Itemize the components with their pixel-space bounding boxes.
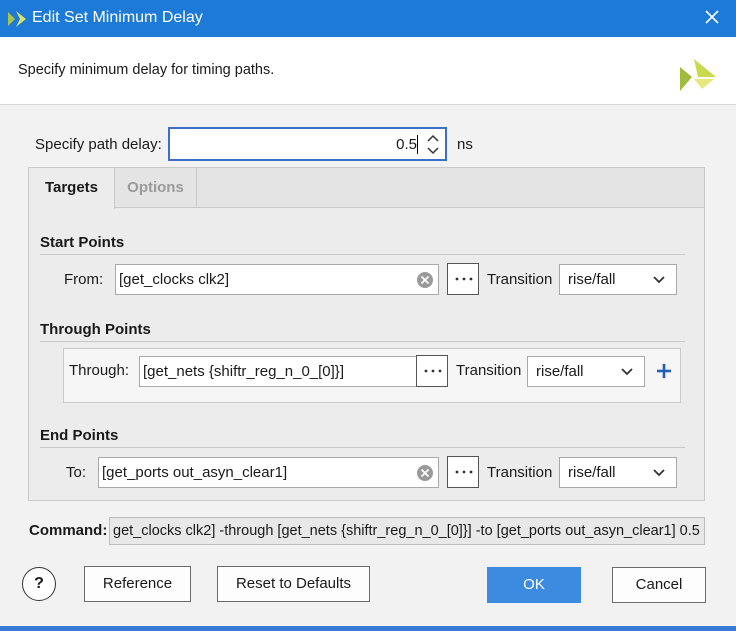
divider — [40, 341, 685, 342]
from-label: From: — [64, 271, 104, 288]
targets-tab-panel: Targets Options Start Points From: [get_… — [28, 167, 705, 501]
through-points-title: Through Points — [40, 321, 151, 338]
to-input[interactable]: [get_ports out_asyn_clear1] — [98, 457, 439, 488]
text-caret — [417, 135, 418, 154]
path-delay-unit: ns — [457, 136, 473, 153]
through-browse-button[interactable] — [416, 355, 448, 387]
window-bottom-edge — [0, 626, 736, 631]
title-bar: Edit Set Minimum Delay — [0, 0, 736, 37]
to-label: To: — [66, 464, 87, 481]
cancel-button[interactable]: Cancel — [612, 567, 706, 603]
dialog-description: Specify minimum delay for timing paths. — [18, 62, 275, 78]
ellipsis-icon — [455, 277, 473, 281]
reset-defaults-button[interactable]: Reset to Defaults — [217, 566, 370, 602]
divider — [40, 447, 685, 448]
through-transition-select[interactable]: rise/fall — [527, 356, 645, 387]
tab-options[interactable]: Options — [115, 168, 197, 208]
chevron-down-icon — [621, 368, 633, 376]
from-transition-label: Transition — [487, 271, 553, 288]
to-transition-value: rise/fall — [568, 464, 616, 481]
chevron-down-icon — [653, 469, 665, 477]
xilinx-logo-icon — [680, 59, 716, 91]
vivado-logo-icon — [8, 11, 26, 27]
to-value: [get_ports out_asyn_clear1] — [102, 464, 288, 481]
from-value: [get_clocks clk2] — [119, 271, 230, 288]
through-transition-value: rise/fall — [536, 363, 584, 380]
through-value: [get_nets {shiftr_reg_n_0_[0]}] — [143, 363, 344, 380]
path-delay-label: Specify path delay: — [35, 136, 162, 153]
through-input[interactable]: [get_nets {shiftr_reg_n_0_[0]}] — [139, 356, 439, 387]
add-through-icon[interactable] — [655, 362, 673, 380]
end-points-title: End Points — [40, 427, 119, 444]
spinner-down-icon[interactable] — [425, 145, 441, 157]
path-delay-input[interactable]: 0.5 — [168, 127, 447, 161]
command-field[interactable]: get_clocks clk2] -through [get_nets {shi… — [109, 517, 705, 545]
dialog-header: Specify minimum delay for timing paths. — [0, 37, 736, 105]
from-browse-button[interactable] — [447, 263, 479, 295]
command-label: Command: — [29, 522, 108, 539]
reference-button[interactable]: Reference — [84, 566, 191, 602]
ellipsis-icon — [455, 470, 473, 474]
to-transition-label: Transition — [487, 464, 553, 481]
through-label: Through: — [69, 362, 130, 379]
to-browse-button[interactable] — [447, 456, 479, 488]
clear-icon[interactable] — [416, 464, 434, 482]
from-transition-select[interactable]: rise/fall — [559, 264, 677, 295]
through-transition-label: Transition — [456, 362, 522, 379]
ok-button[interactable]: OK — [487, 567, 581, 603]
from-input[interactable]: [get_clocks clk2] — [115, 264, 439, 295]
to-transition-select[interactable]: rise/fall — [559, 457, 677, 488]
help-button[interactable]: ? — [22, 567, 56, 601]
start-points-title: Start Points — [40, 234, 125, 251]
path-delay-value: 0.5 — [396, 136, 417, 153]
tab-bar: Targets Options — [29, 168, 704, 209]
chevron-down-icon — [653, 276, 665, 284]
ellipsis-icon — [424, 369, 442, 373]
through-row: Through: [get_nets {shiftr_reg_n_0_[0]}]… — [63, 348, 681, 403]
window-title: Edit Set Minimum Delay — [32, 9, 203, 26]
tab-targets[interactable]: Targets — [29, 168, 115, 209]
close-icon[interactable] — [702, 7, 722, 27]
spinner-up-icon[interactable] — [425, 132, 441, 144]
divider — [40, 254, 685, 255]
from-transition-value: rise/fall — [568, 271, 616, 288]
clear-icon[interactable] — [416, 271, 434, 289]
command-value: get_clocks clk2] -through [get_nets {shi… — [113, 523, 700, 539]
